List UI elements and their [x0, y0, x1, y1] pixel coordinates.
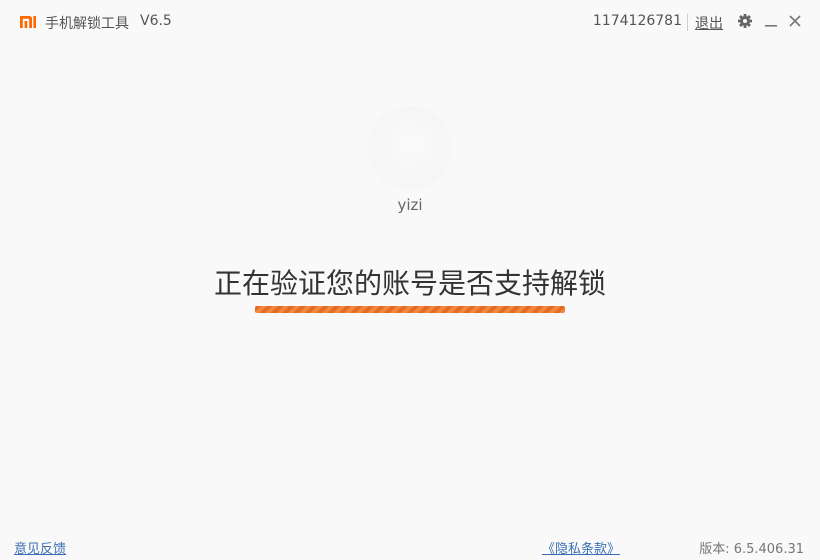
unlock-tool-window: 手机解锁工具 V6.5 1174126781 退出 yizi 正在验证您的账号是…: [0, 0, 820, 560]
gear-icon[interactable]: [736, 12, 754, 30]
app-version: V6.5: [140, 13, 172, 29]
status-message: 正在验证您的账号是否支持解锁: [213, 267, 606, 300]
close-icon[interactable]: [786, 12, 804, 30]
privacy-policy-link[interactable]: 《隐私条款》: [542, 538, 620, 557]
account-id: 1174126781: [592, 13, 682, 29]
minimize-icon[interactable]: [762, 12, 780, 30]
avatar: [368, 106, 452, 190]
app-title: 手机解锁工具: [45, 16, 129, 32]
progress-bar-fill: [255, 306, 565, 313]
version-label: 版本: 6.5.406.31: [699, 542, 804, 557]
logout-link[interactable]: 退出: [695, 13, 723, 33]
username: yizi: [397, 196, 423, 214]
progress-bar: [255, 306, 565, 313]
feedback-link[interactable]: 意见反馈: [14, 538, 66, 557]
mi-logo-icon: [19, 14, 37, 30]
title-bar[interactable]: 手机解锁工具 V6.5 1174126781 退出: [0, 0, 820, 44]
title-separator: [687, 14, 688, 31]
